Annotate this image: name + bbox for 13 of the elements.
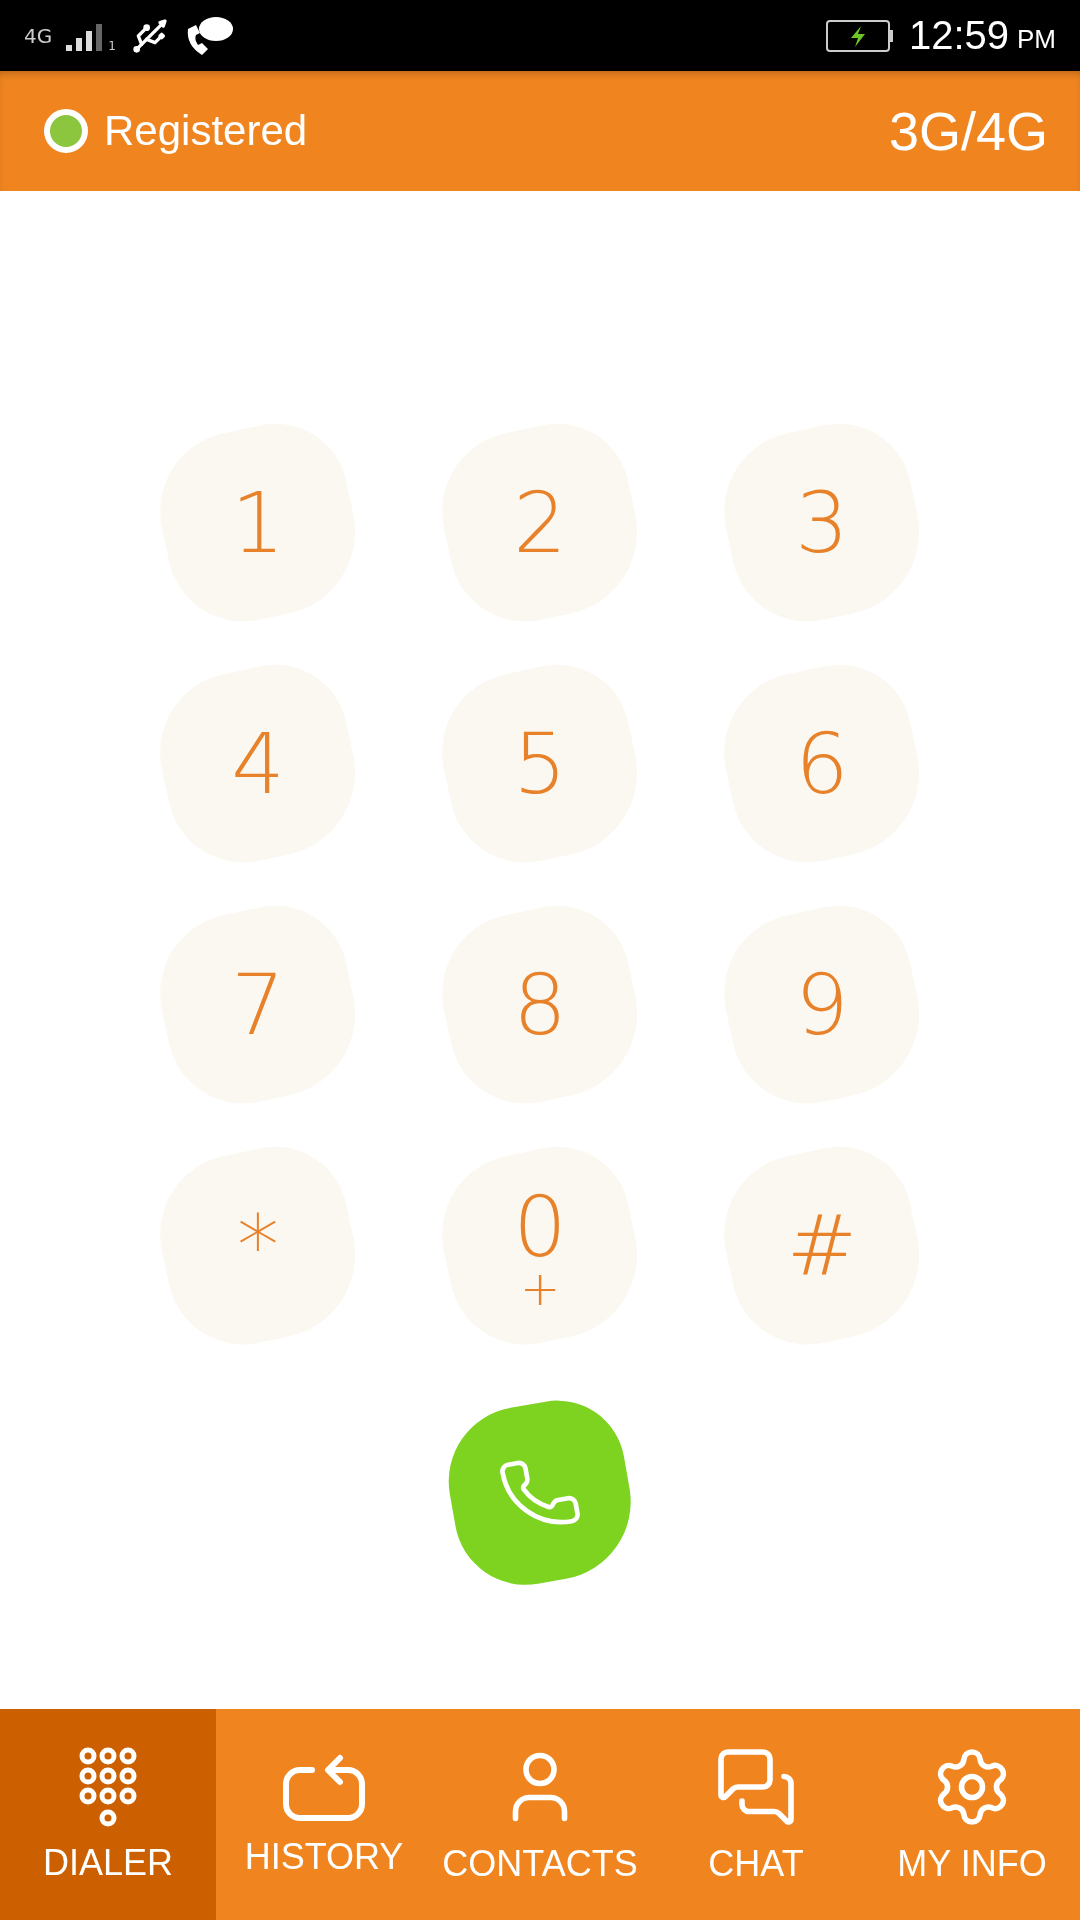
clock-time: 12:59	[908, 13, 1009, 58]
network-type: 4G	[24, 23, 53, 48]
nav-tab[interactable]: MY INFO	[864, 1709, 1080, 1920]
nav-tab[interactable]: HISTORY	[216, 1709, 432, 1920]
nav-tab[interactable]: CHAT	[648, 1709, 864, 1920]
nav-tab[interactable]: CONTACTS	[432, 1709, 648, 1920]
keypad-icon	[78, 1745, 138, 1828]
connection-type: 3G/4G	[888, 100, 1048, 162]
clock-ampm: PM	[1017, 24, 1056, 55]
sim-number: 1	[108, 39, 116, 53]
battery-icon	[824, 18, 895, 53]
registration-status: Registered	[104, 107, 308, 155]
nav-tab[interactable]: DIALER	[0, 1709, 216, 1920]
